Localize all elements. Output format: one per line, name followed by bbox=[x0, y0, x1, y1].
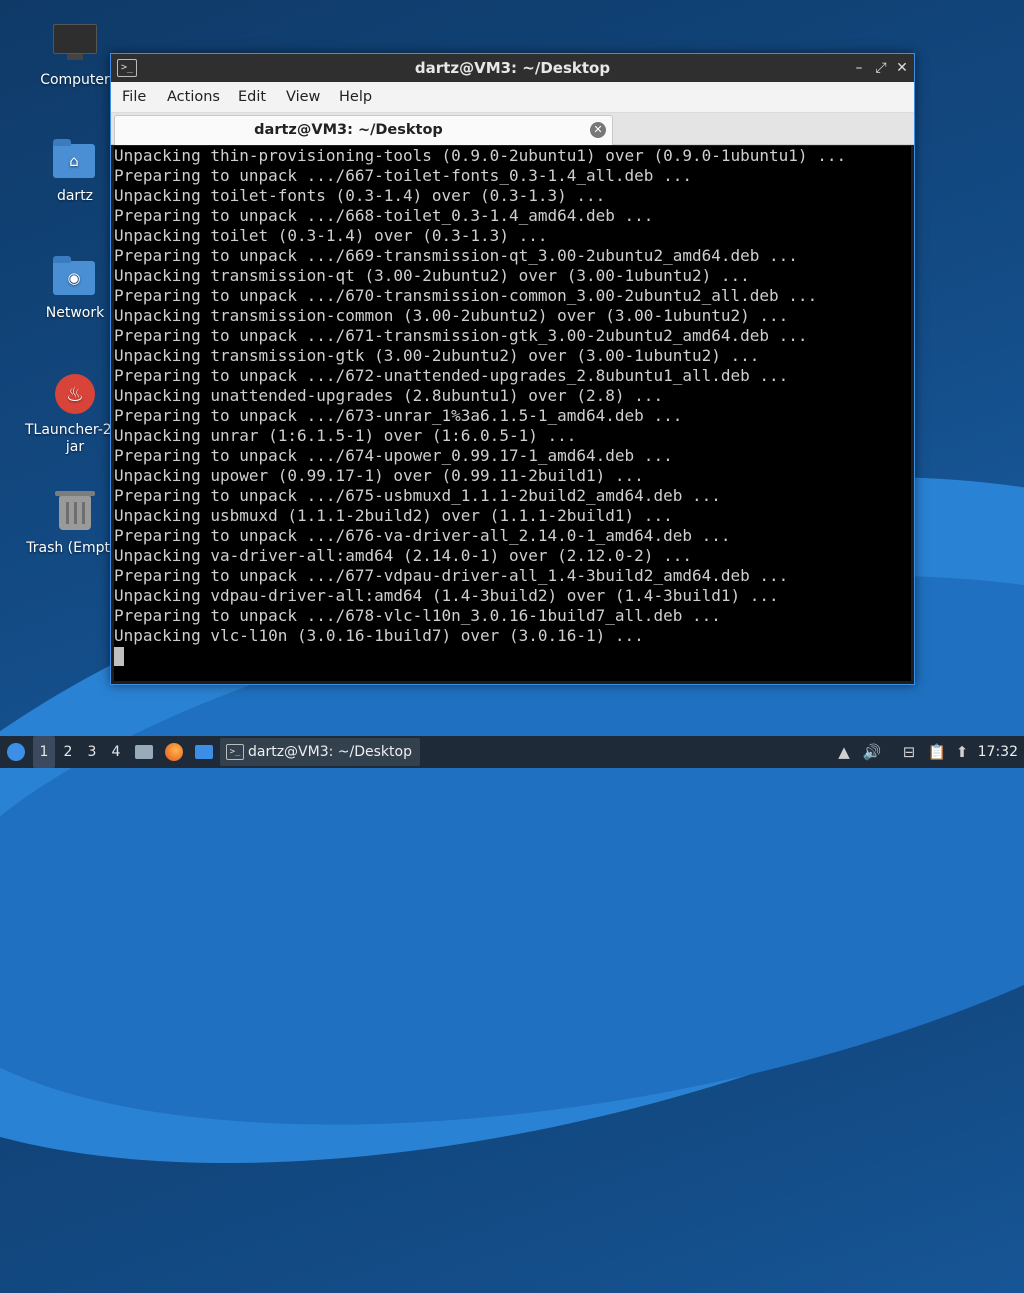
terminal-line: Preparing to unpack .../674-upower_0.99.… bbox=[114, 446, 673, 465]
taskbar-task-label: dartz@VM3: ~/Desktop bbox=[248, 744, 412, 760]
start-menu-icon[interactable] bbox=[4, 736, 28, 768]
menu-view[interactable]: View bbox=[286, 82, 320, 112]
terminal-line: Unpacking transmission-common (3.00-2ubu… bbox=[114, 306, 789, 325]
show-desktop-icon[interactable] bbox=[192, 736, 216, 768]
terminal-line: Unpacking unattended-upgrades (2.8ubuntu… bbox=[114, 386, 664, 405]
menu-actions[interactable]: Actions bbox=[167, 82, 220, 112]
terminal-line: Preparing to unpack .../667-toilet-fonts… bbox=[114, 166, 692, 185]
terminal-line: Preparing to unpack .../669-transmission… bbox=[114, 246, 798, 265]
network-folder-icon: ◉ bbox=[53, 255, 97, 299]
terminal-line: Preparing to unpack .../677-vdpau-driver… bbox=[114, 566, 789, 585]
trash-icon bbox=[53, 490, 97, 534]
terminal-tab[interactable]: dartz@VM3: ~/Desktop ✕ bbox=[114, 115, 613, 145]
terminal-line: Preparing to unpack .../675-usbmuxd_1.1.… bbox=[114, 486, 721, 505]
terminal-line: Preparing to unpack .../668-toilet_0.3-1… bbox=[114, 206, 654, 225]
terminal-line: Preparing to unpack .../670-transmission… bbox=[114, 286, 818, 305]
terminal-cursor bbox=[114, 647, 124, 666]
menu-edit[interactable]: Edit bbox=[238, 82, 266, 112]
minimize-button[interactable]: – bbox=[850, 59, 868, 77]
window-title: dartz@VM3: ~/Desktop bbox=[414, 59, 611, 77]
terminal-output[interactable]: Unpacking thin-provisioning-tools (0.9.0… bbox=[114, 146, 911, 681]
workspace-4[interactable]: 4 bbox=[105, 736, 127, 768]
workspace-2[interactable]: 2 bbox=[57, 736, 79, 768]
taskbar-task-terminal[interactable]: >_ dartz@VM3: ~/Desktop bbox=[220, 738, 420, 766]
firefox-icon[interactable] bbox=[162, 736, 186, 768]
close-button[interactable]: ✕ bbox=[893, 59, 911, 77]
terminal-line: Preparing to unpack .../671-transmission… bbox=[114, 326, 808, 345]
terminal-line: Unpacking transmission-gtk (3.00-2ubuntu… bbox=[114, 346, 760, 365]
terminal-line: Unpacking va-driver-all:amd64 (2.14.0-1)… bbox=[114, 546, 692, 565]
terminal-line: Unpacking toilet-fonts (0.3-1.4) over (0… bbox=[114, 186, 606, 205]
terminal-line: Unpacking usbmuxd (1.1.1-2build2) over (… bbox=[114, 506, 673, 525]
workspace-1[interactable]: 1 bbox=[33, 736, 55, 768]
notifications-icon[interactable]: ▲ bbox=[834, 742, 854, 762]
menu-help[interactable]: Help bbox=[339, 82, 372, 112]
tab-bar: dartz@VM3: ~/Desktop ✕ bbox=[111, 113, 914, 145]
volume-icon[interactable]: 🔊 bbox=[862, 742, 882, 762]
terminal-line: Preparing to unpack .../678-vlc-l10n_3.0… bbox=[114, 606, 721, 625]
clock[interactable]: 17:32 bbox=[978, 736, 1018, 768]
workspace-3[interactable]: 3 bbox=[81, 736, 103, 768]
terminal-line: Unpacking unrar (1:6.1.5-1) over (1:6.0.… bbox=[114, 426, 577, 445]
network-icon[interactable]: ⊟ bbox=[899, 742, 919, 762]
java-icon: ♨ bbox=[53, 372, 97, 416]
window-titlebar[interactable]: >_ dartz@VM3: ~/Desktop – ⤢ ✕ bbox=[111, 54, 914, 82]
terminal-line: Preparing to unpack .../676-va-driver-al… bbox=[114, 526, 731, 545]
terminal-line: Unpacking vdpau-driver-all:amd64 (1.4-3b… bbox=[114, 586, 779, 605]
updates-icon[interactable]: ⬆ bbox=[952, 742, 972, 762]
terminal-line: Unpacking vlc-l10n (3.0.16-1build7) over… bbox=[114, 626, 644, 645]
terminal-task-icon: >_ bbox=[226, 744, 244, 760]
terminal-window[interactable]: >_ dartz@VM3: ~/Desktop – ⤢ ✕ File Actio… bbox=[110, 53, 915, 685]
terminal-line: Preparing to unpack .../673-unrar_1%3a6.… bbox=[114, 406, 683, 425]
terminal-line: Unpacking upower (0.99.17-1) over (0.99.… bbox=[114, 466, 644, 485]
tab-close-icon[interactable]: ✕ bbox=[590, 122, 606, 138]
tab-label: dartz@VM3: ~/Desktop bbox=[254, 122, 443, 138]
file-manager-icon[interactable] bbox=[133, 736, 155, 768]
taskbar: 1 2 3 4 >_ dartz@VM3: ~/Desktop ▲ 🔊 ⊟ 📋 … bbox=[0, 736, 1024, 768]
terminal-line: Preparing to unpack .../672-unattended-u… bbox=[114, 366, 789, 385]
computer-icon bbox=[53, 22, 97, 66]
maximize-button[interactable]: ⤢ bbox=[872, 59, 890, 77]
clipboard-icon[interactable]: 📋 bbox=[927, 742, 947, 762]
menu-file[interactable]: File bbox=[122, 82, 146, 112]
terminal-line: Unpacking transmission-qt (3.00-2ubuntu2… bbox=[114, 266, 750, 285]
terminal-line: Unpacking toilet (0.3-1.4) over (0.3-1.3… bbox=[114, 226, 548, 245]
home-folder-icon: ⌂ bbox=[53, 138, 97, 182]
menubar: File Actions Edit View Help bbox=[111, 82, 914, 113]
terminal-line: Unpacking thin-provisioning-tools (0.9.0… bbox=[114, 146, 847, 165]
